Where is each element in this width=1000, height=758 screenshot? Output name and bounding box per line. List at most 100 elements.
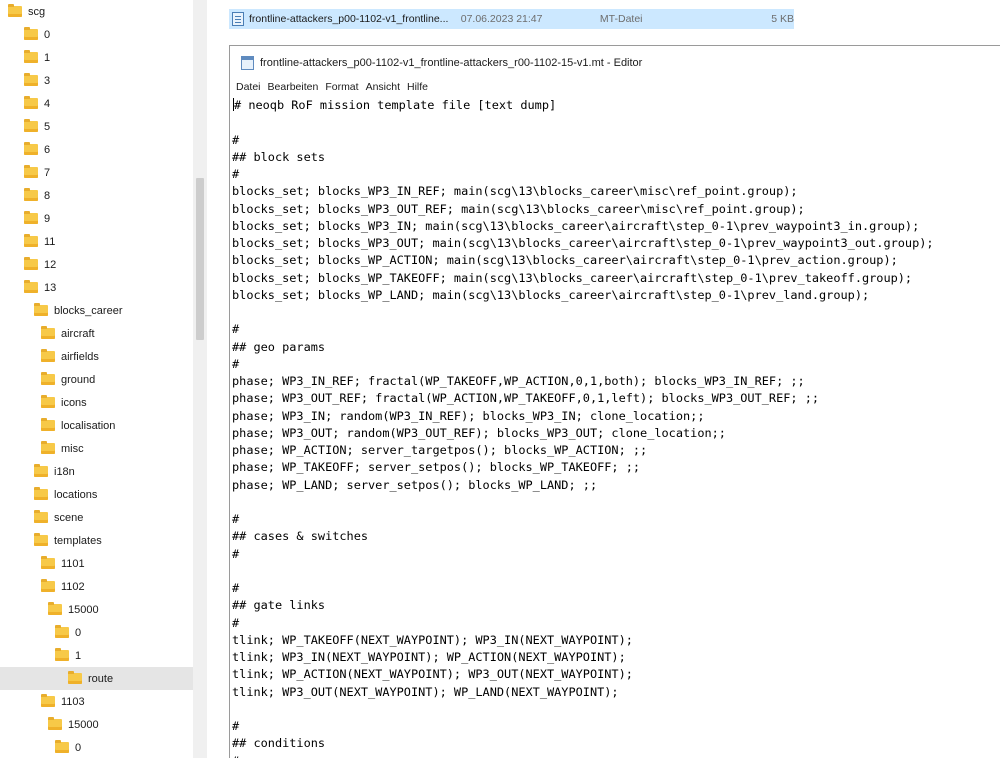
tree-item[interactable]: scg xyxy=(0,0,193,23)
text-line: tlink; WP_TAKEOFF(NEXT_WAYPOINT); WP3_IN… xyxy=(232,632,1000,649)
tree-item[interactable]: 15000 xyxy=(0,713,193,736)
tree-item[interactable]: 1102 xyxy=(0,575,193,598)
tree-item[interactable]: scene xyxy=(0,506,193,529)
tree-item[interactable]: 0 xyxy=(0,736,193,758)
text-line-content: # xyxy=(232,581,240,595)
tree-item[interactable]: locations xyxy=(0,483,193,506)
tree-scrollbar-thumb[interactable] xyxy=(196,178,204,340)
tree-item[interactable]: airfields xyxy=(0,345,193,368)
tree-item[interactable]: 9 xyxy=(0,207,193,230)
text-line: phase; WP_ACTION; server_targetpos(); bl… xyxy=(232,442,1000,459)
tree-item-label: 3 xyxy=(44,74,51,87)
tree-item-label: 12 xyxy=(44,258,57,271)
tree-item[interactable]: aircraft xyxy=(0,322,193,345)
tree-item[interactable]: 11 xyxy=(0,230,193,253)
tree-item-label: i18n xyxy=(54,465,75,478)
tree-item[interactable]: blocks_career xyxy=(0,299,193,322)
document-icon xyxy=(232,12,244,26)
tree-item-label: icons xyxy=(61,396,87,409)
text-editor-area[interactable]: # neoqb RoF mission template file [text … xyxy=(232,97,1000,758)
tree-item-label: scene xyxy=(54,511,84,524)
menu-ansicht[interactable]: Ansicht xyxy=(363,81,404,93)
menu-bearbeiten[interactable]: Bearbeiten xyxy=(265,81,323,93)
menu-hilfe[interactable]: Hilfe xyxy=(404,81,432,93)
tree-item[interactable]: 5 xyxy=(0,115,193,138)
tree-item[interactable]: 8 xyxy=(0,184,193,207)
text-line: tlink; WP3_OUT(NEXT_WAYPOINT); WP_LAND(N… xyxy=(232,684,1000,701)
tree-item[interactable]: 12 xyxy=(0,253,193,276)
folder-icon xyxy=(24,96,38,109)
folder-icon xyxy=(55,740,69,753)
text-line: blocks_set; blocks_WP_TAKEOFF; main(scg\… xyxy=(232,270,1000,287)
folder-icon xyxy=(55,625,69,638)
text-line-content: blocks_set; blocks_WP_LAND; main(scg\13\… xyxy=(232,287,870,302)
text-line-content: # xyxy=(232,322,240,337)
tree-item[interactable]: misc xyxy=(0,437,193,460)
menu-datei[interactable]: Datei xyxy=(233,81,265,93)
notepad-icon xyxy=(241,55,254,70)
text-line-content: phase; WP_LAND; server_setpos(); blocks_… xyxy=(232,477,598,492)
tree-item[interactable]: 6 xyxy=(0,138,193,161)
text-line: blocks_set; blocks_WP3_OUT; main(scg\13\… xyxy=(232,235,1000,252)
folder-icon xyxy=(8,4,22,17)
tree-scrollbar[interactable] xyxy=(193,0,207,758)
tree-item[interactable]: 1103 xyxy=(0,690,193,713)
text-line: # xyxy=(232,511,1000,528)
tree-item[interactable]: 13 xyxy=(0,276,193,299)
text-line-content: # neoqb RoF mission template file [text … xyxy=(234,98,557,112)
text-line-content: # xyxy=(232,132,240,147)
text-line-content: ## conditions xyxy=(232,736,326,751)
file-size: 5 KB xyxy=(771,13,794,25)
folder-icon xyxy=(55,648,69,661)
tree-item[interactable]: 3 xyxy=(0,69,193,92)
folder-icon xyxy=(34,303,48,316)
tree-item-label: 15000 xyxy=(68,718,99,731)
folder-icon xyxy=(68,671,82,684)
tree-item-label: scg xyxy=(28,5,46,18)
tree-item-label: 1 xyxy=(75,649,82,662)
tree-item-label: misc xyxy=(61,442,84,455)
tree-item-label: blocks_career xyxy=(54,304,123,317)
tree-item[interactable]: templates xyxy=(0,529,193,552)
tree-item-label: 11 xyxy=(44,235,56,248)
tree-item[interactable]: 0 xyxy=(0,23,193,46)
text-line-content: tlink; WP3_OUT(NEXT_WAYPOINT); WP_LAND(N… xyxy=(232,684,619,699)
text-line xyxy=(232,701,1000,718)
text-line: tlink; WP_ACTION(NEXT_WAYPOINT); WP3_OUT… xyxy=(232,666,1000,683)
folder-icon xyxy=(41,441,55,454)
tree-item-label: 7 xyxy=(44,166,51,179)
text-line-content: ## gate links xyxy=(232,598,326,613)
tree-item-label: route xyxy=(88,672,114,685)
text-line-content: # xyxy=(232,754,239,758)
window-titlebar[interactable]: frontline-attackers_p00-1102-v1_frontlin… xyxy=(230,46,1000,79)
text-line: phase; WP3_IN; random(WP3_IN_REF); block… xyxy=(232,408,1000,425)
tree-item[interactable]: 15000 xyxy=(0,598,193,621)
folder-icon xyxy=(41,395,55,408)
folder-icon xyxy=(24,50,38,63)
tree-item-label: aircraft xyxy=(61,327,95,340)
tree-item[interactable]: 0 xyxy=(0,621,193,644)
tree-item[interactable]: ground xyxy=(0,368,193,391)
tree-item-label: 0 xyxy=(75,741,82,754)
folder-icon xyxy=(41,326,55,339)
file-list-row[interactable]: frontline-attackers_p00-1102-v1_frontlin… xyxy=(229,9,794,29)
menu-format[interactable]: Format xyxy=(322,81,362,93)
tree-item-label: 1102 xyxy=(61,580,85,593)
tree-item[interactable]: 1 xyxy=(0,644,193,667)
text-line xyxy=(232,304,1000,321)
text-line: ## geo params xyxy=(232,339,1000,356)
tree-item[interactable]: i18n xyxy=(0,460,193,483)
text-line: blocks_set; blocks_WP3_IN; main(scg\13\b… xyxy=(232,218,1000,235)
folder-icon xyxy=(34,487,48,500)
tree-item[interactable]: 4 xyxy=(0,92,193,115)
tree-item[interactable]: icons xyxy=(0,391,193,414)
folder-icon xyxy=(48,602,62,615)
tree-item[interactable]: 1101 xyxy=(0,552,193,575)
tree-item[interactable]: 7 xyxy=(0,161,193,184)
tree-item[interactable]: localisation xyxy=(0,414,193,437)
text-line: phase; WP3_IN_REF; fractal(WP_TAKEOFF,WP… xyxy=(232,373,1000,390)
text-line: # xyxy=(232,718,1000,735)
text-line: # xyxy=(232,356,1000,373)
tree-item[interactable]: route xyxy=(0,667,193,690)
tree-item[interactable]: 1 xyxy=(0,46,193,69)
